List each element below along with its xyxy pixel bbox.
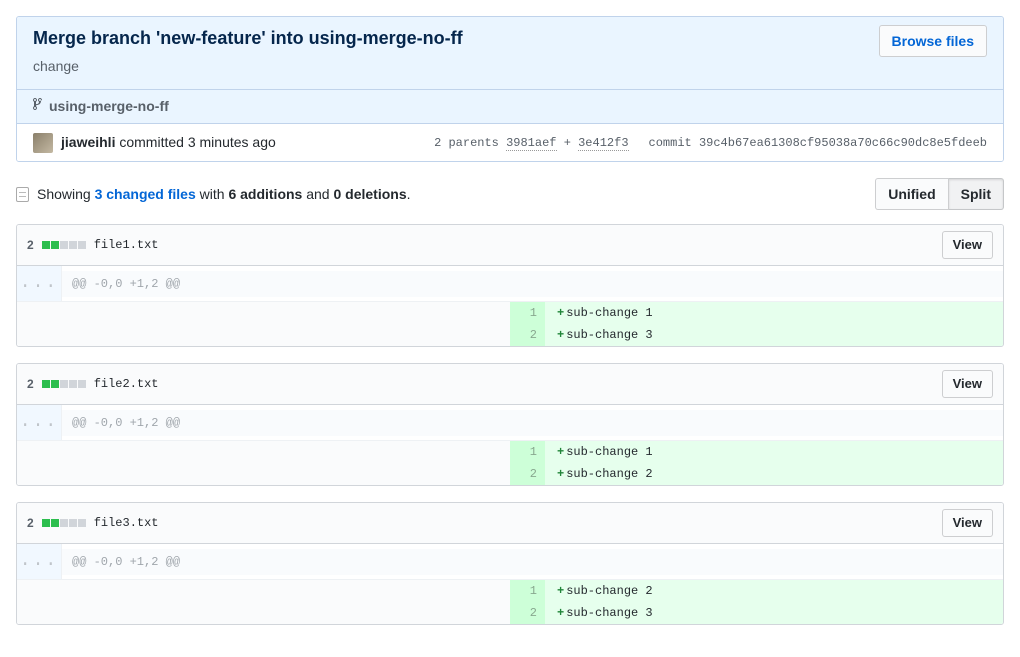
diff-line: 2 +sub-change 3 <box>17 602 1003 624</box>
file-change-count: 2 <box>27 514 34 532</box>
file-name[interactable]: file1.txt <box>94 236 159 254</box>
relative-time: 3 minutes ago <box>188 134 276 150</box>
expand-hunk-button[interactable]: ... <box>17 266 62 301</box>
changed-files-link[interactable]: 3 changed files <box>95 186 196 202</box>
added-line: +sub-change 2 <box>545 463 1003 485</box>
author-link[interactable]: jiaweihli <box>61 134 115 150</box>
line-number: 1 <box>510 302 545 324</box>
hunk-header: @@ -0,0 +1,2 @@ <box>62 410 1003 436</box>
branch-name: using-merge-no-ff <box>49 96 169 117</box>
line-number: 1 <box>510 580 545 602</box>
line-number: 2 <box>510 463 545 485</box>
added-line: +sub-change 1 <box>545 302 1003 324</box>
diff-line: 1 +sub-change 1 <box>17 302 1003 324</box>
diffstat-icon <box>42 380 86 388</box>
diff-line: 1 +sub-change 2 <box>17 580 1003 602</box>
parent-sha-1[interactable]: 3981aef <box>506 136 556 151</box>
committed-word: committed <box>119 134 184 150</box>
diff-line: 2 +sub-change 3 <box>17 324 1003 346</box>
commit-full-sha: 39c4b67ea61308cf95038a70c66c90dc8e5fdeeb <box>699 136 987 150</box>
diffstat-icon <box>42 519 86 527</box>
hunk-header: @@ -0,0 +1,2 @@ <box>62 271 1003 297</box>
file-name[interactable]: file2.txt <box>94 375 159 393</box>
file-panel: 2 file2.txt View ... @@ -0,0 +1,2 @@ 1 +… <box>16 363 1004 486</box>
file-name[interactable]: file3.txt <box>94 514 159 532</box>
line-number: 2 <box>510 602 545 624</box>
added-line: +sub-change 1 <box>545 441 1003 463</box>
diff-line: 1 +sub-change 1 <box>17 441 1003 463</box>
line-number: 2 <box>510 324 545 346</box>
summary-text: Showing 3 changed files with 6 additions… <box>37 184 411 205</box>
browse-files-button[interactable]: Browse files <box>879 25 987 57</box>
expand-hunk-button[interactable]: ... <box>17 405 62 440</box>
added-line: +sub-change 2 <box>545 580 1003 602</box>
branch-row: using-merge-no-ff <box>17 89 1003 123</box>
commit-description: change <box>33 56 863 77</box>
avatar[interactable] <box>33 133 53 153</box>
commit-box: Merge branch 'new-feature' into using-me… <box>16 16 1004 162</box>
view-file-button[interactable]: View <box>942 509 993 537</box>
parents-label: 2 parents <box>434 136 499 150</box>
plus-sep: + <box>564 136 578 150</box>
view-file-button[interactable]: View <box>942 231 993 259</box>
branch-icon <box>33 97 43 117</box>
unified-toggle[interactable]: Unified <box>875 178 948 210</box>
commit-title: Merge branch 'new-feature' into using-me… <box>33 25 863 52</box>
parent-sha-2[interactable]: 3e412f3 <box>578 136 628 151</box>
file-change-count: 2 <box>27 236 34 254</box>
deletions-count: 0 deletions <box>333 186 406 202</box>
additions-count: 6 additions <box>228 186 302 202</box>
file-panel: 2 file1.txt View ... @@ -0,0 +1,2 @@ 1 +… <box>16 224 1004 347</box>
expand-hunk-button[interactable]: ... <box>17 544 62 579</box>
commit-word: commit <box>649 136 692 150</box>
diffstat-icon <box>42 241 86 249</box>
diff-line: 2 +sub-change 2 <box>17 463 1003 485</box>
hunk-header: @@ -0,0 +1,2 @@ <box>62 549 1003 575</box>
view-file-button[interactable]: View <box>942 370 993 398</box>
line-number: 1 <box>510 441 545 463</box>
file-change-count: 2 <box>27 375 34 393</box>
split-toggle[interactable]: Split <box>949 178 1004 210</box>
file-list-icon[interactable] <box>16 187 29 202</box>
added-line: +sub-change 3 <box>545 324 1003 346</box>
added-line: +sub-change 3 <box>545 602 1003 624</box>
